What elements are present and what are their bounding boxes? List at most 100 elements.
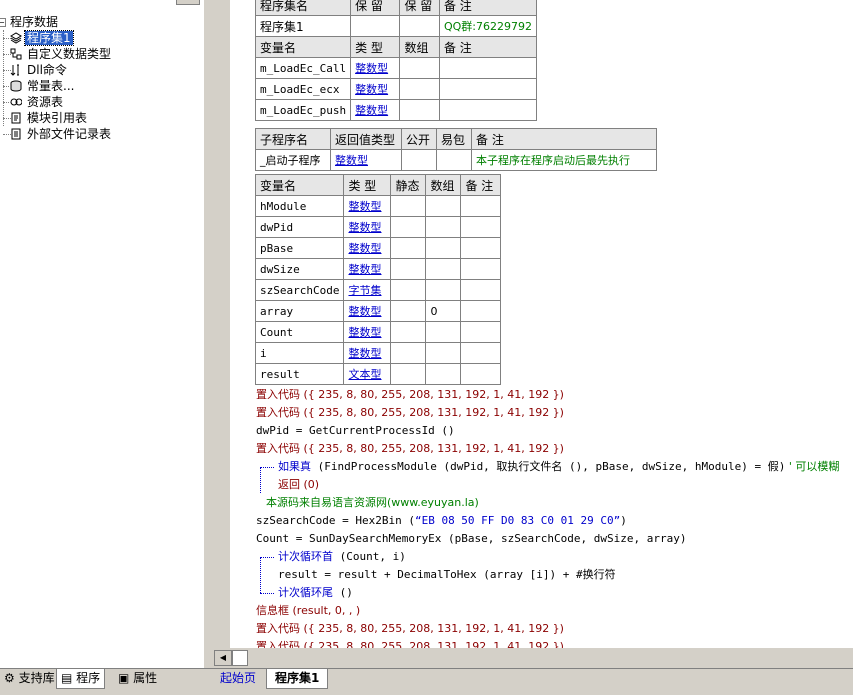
assembly-name[interactable]: 程序集1 (254, 15, 352, 37)
code-line[interactable]: 返回 (0) (278, 476, 319, 494)
var-type[interactable]: 整数型 (350, 78, 401, 100)
column-header: 备 注 (438, 36, 538, 58)
var-name[interactable]: array (254, 300, 345, 322)
tree-root-label: 程序数据 (10, 15, 59, 29)
column-header: 备 注 (471, 128, 657, 150)
column-header: 子程序名 (255, 128, 331, 150)
subroutine-name[interactable]: _启动子程序 (255, 149, 331, 171)
tree-item-label: Dll命令 (27, 63, 67, 77)
left-panel-tabs: ⚙ 支持库 ▤ 程序 ▣ 属性 (0, 668, 204, 691)
var-type[interactable]: 整数型 (343, 237, 392, 259)
tree-item-constants[interactable]: 常量表... (0, 78, 76, 94)
column-header: 数组 (399, 36, 440, 58)
tree-item-module-refs[interactable]: 模块引用表 (0, 110, 89, 126)
table-row: i 整数型 (254, 342, 501, 364)
column-header: 保 留 (399, 0, 440, 16)
tree-item-label: 常量表... (27, 79, 75, 93)
tree-item-data-types[interactable]: 自定义数据类型 (0, 46, 113, 62)
project-tree-panel: − 程序数据 程序集1 自定义数据类型 Dll命令 常量表... 资源表 模块引… (0, 0, 200, 668)
tab-support-library[interactable]: ⚙ 支持库 (0, 669, 59, 688)
code-line[interactable]: result = result + DecimalToHex (array [i… (278, 566, 616, 584)
code-line-loop-start[interactable]: 计次循环首 (Count, i) (278, 548, 406, 566)
var-name[interactable]: m_LoadEc_push (254, 99, 352, 121)
editor-tabs: 起始页 程序集1 (204, 668, 853, 691)
code-line[interactable]: 信息框 (result, 0, , ) (256, 602, 360, 620)
code-line[interactable]: dwPid = GetCurrentProcessId () (256, 422, 455, 440)
subroutine-note[interactable]: 本子程序在程序启动后最先执行 (471, 149, 657, 171)
var-name[interactable]: result (254, 363, 345, 385)
column-header: 备 注 (438, 0, 538, 16)
column-header: 公开 (401, 128, 437, 150)
tree-item-resources[interactable]: 资源表 (0, 94, 65, 110)
var-name[interactable]: dwPid (254, 216, 345, 238)
tree-item-label: 资源表 (27, 95, 64, 109)
code-line-if[interactable]: 如果真 (FindProcessModule (dwPid, 取执行文件名 ()… (278, 458, 839, 476)
tree-scrollbar[interactable] (176, 0, 200, 5)
panel-splitter[interactable] (204, 0, 230, 668)
var-name[interactable]: m_LoadEc_ecx (254, 78, 352, 100)
tree-item-dll[interactable]: Dll命令 (0, 62, 69, 78)
program-icon: ▤ (61, 671, 73, 685)
var-name[interactable]: dwSize (254, 258, 345, 280)
module-ref-icon (11, 112, 21, 124)
tab-properties[interactable]: ▣ 属性 (114, 669, 161, 688)
local-variable-table: 变量名 类 型 静态 数组 备 注 hModule 整数型 dwPid 整数型 pB… (254, 174, 501, 385)
var-type[interactable]: 整数型 (350, 99, 401, 121)
column-header: 保 留 (350, 0, 401, 16)
tab-program[interactable]: ▤ 程序 (56, 669, 106, 689)
scroll-thumb[interactable] (232, 650, 248, 666)
collapse-icon[interactable]: − (0, 18, 6, 27)
var-type[interactable]: 整数型 (343, 195, 392, 217)
table-row: result 文本型 (254, 363, 501, 385)
return-type[interactable]: 整数型 (330, 149, 402, 171)
tree-item-file-records[interactable]: 外部文件记录表 (0, 126, 113, 142)
var-name[interactable]: i (254, 342, 345, 364)
column-header: 类 型 (350, 36, 401, 58)
tab-start-page[interactable]: 起始页 (212, 669, 264, 688)
code-line[interactable]: 置入代码 ({ 235, 8, 80, 255, 208, 131, 192, … (256, 386, 564, 404)
tab-module[interactable]: 程序集1 (266, 669, 329, 689)
code-line[interactable]: szSearchCode = Hex2Bin (“EB 08 50 FF D0 … (256, 512, 627, 530)
table-row: Count 整数型 (254, 321, 501, 343)
column-header: 变量名 (254, 174, 345, 196)
code-line[interactable]: 置入代码 ({ 235, 8, 80, 255, 208, 131, 192, … (256, 440, 564, 458)
var-type[interactable]: 字节集 (343, 279, 392, 301)
table-row: hModule 整数型 (254, 195, 501, 217)
module-icon (10, 32, 22, 44)
assembly-table: 程序集名 保 留 保 留 备 注 程序集1 QQ群:76229792 变量名 类… (254, 0, 538, 121)
dll-icon (10, 64, 19, 76)
column-header: 类 型 (343, 174, 392, 196)
tree-item-module[interactable]: 程序集1 (0, 30, 74, 46)
code-line[interactable]: 置入代码 ({ 235, 8, 80, 255, 208, 131, 192, … (256, 404, 564, 422)
tree-item-label: 自定义数据类型 (27, 47, 112, 61)
file-record-icon (11, 128, 21, 140)
code-line[interactable]: 置入代码 ({ 235, 8, 80, 255, 208, 131, 192, … (256, 620, 564, 638)
column-header: 易包 (436, 128, 472, 150)
code-editor[interactable]: 程序集名 保 留 保 留 备 注 程序集1 QQ群:76229792 变量名 类… (230, 0, 853, 668)
resource-icon (10, 98, 22, 106)
var-type[interactable]: 整数型 (343, 258, 392, 280)
column-header: 静态 (390, 174, 427, 196)
var-type[interactable]: 文本型 (343, 363, 392, 385)
var-name[interactable]: Count (254, 321, 345, 343)
var-type[interactable]: 整数型 (343, 321, 392, 343)
code-comment[interactable]: 本源码来自易语言资源网(www.eyuyan.la) (266, 494, 479, 512)
var-type[interactable]: 整数型 (343, 342, 392, 364)
var-type[interactable]: 整数型 (350, 57, 401, 79)
var-name[interactable]: pBase (254, 237, 345, 259)
var-name[interactable]: hModule (254, 195, 345, 217)
scroll-left-icon[interactable]: ◀ (214, 650, 232, 666)
var-name[interactable]: szSearchCode (254, 279, 345, 301)
tree-item-label: 程序集1 (24, 30, 74, 46)
tree-item-label: 模块引用表 (27, 111, 88, 125)
support-library-icon: ⚙ (4, 671, 15, 685)
var-type[interactable]: 整数型 (343, 300, 392, 322)
assembly-note[interactable]: QQ群:76229792 (438, 15, 538, 37)
code-line-loop-end[interactable]: 计次循环尾 () (278, 584, 353, 602)
horizontal-scrollbar[interactable]: ◀ (212, 650, 853, 666)
tree-root[interactable]: − 程序数据 (0, 14, 60, 30)
status-bar (0, 690, 853, 695)
code-line[interactable]: Count = SunDaySearchMemoryEx (pBase, szS… (256, 530, 686, 548)
var-type[interactable]: 整数型 (343, 216, 392, 238)
var-name[interactable]: m_LoadEc_Call (254, 57, 352, 79)
